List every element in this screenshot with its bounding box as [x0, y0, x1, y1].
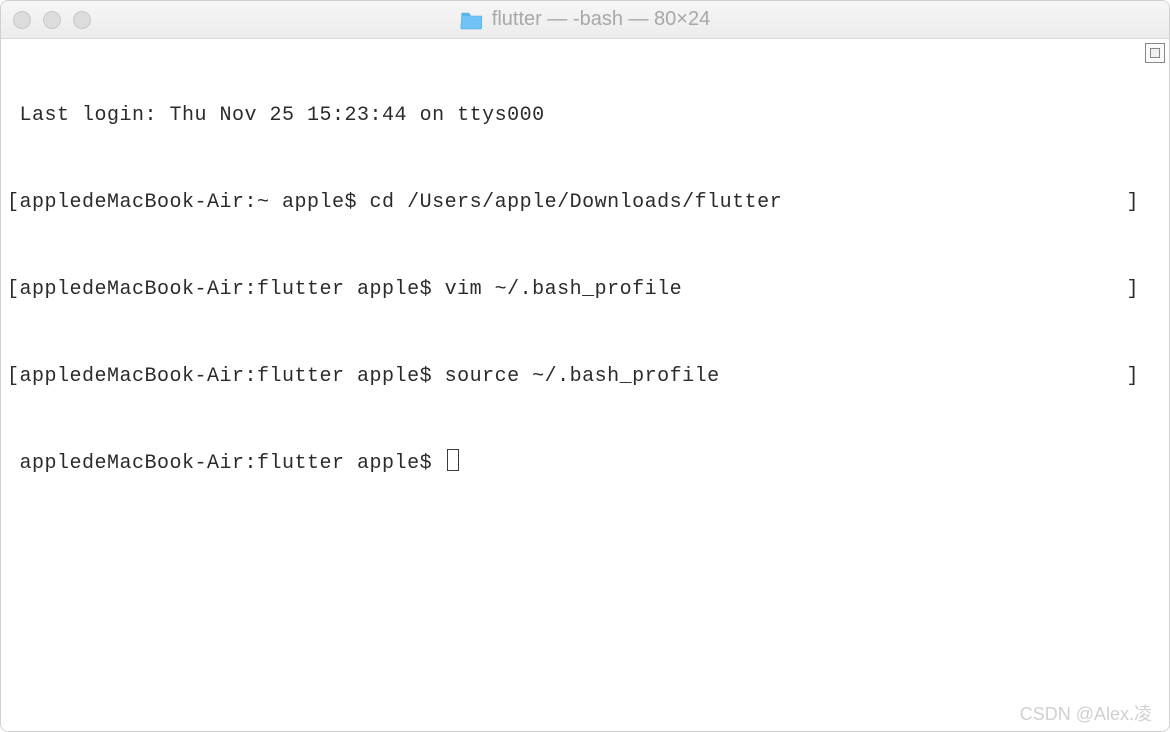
- terminal-line: [appledeMacBook-Air:flutter apple$ vim ~…: [7, 275, 1163, 304]
- traffic-lights: [13, 11, 91, 29]
- terminal-text: [appledeMacBook-Air:flutter apple$ vim ~…: [7, 275, 682, 304]
- terminal-window: flutter — -bash — 80×24 Last login: Thu …: [0, 0, 1170, 732]
- line-right-bracket: ]: [1126, 188, 1139, 217]
- line-right-bracket: ]: [1126, 275, 1139, 304]
- minimize-button[interactable]: [43, 11, 61, 29]
- scroll-indicator-icon[interactable]: [1145, 43, 1165, 63]
- terminal-text: [appledeMacBook-Air:~ apple$ cd /Users/a…: [7, 188, 782, 217]
- terminal-text: Last login: Thu Nov 25 15:23:44 on ttys0…: [7, 101, 545, 130]
- window-title: flutter — -bash — 80×24: [492, 8, 710, 31]
- terminal-line: [appledeMacBook-Air:flutter apple$ sourc…: [7, 362, 1163, 391]
- window-titlebar[interactable]: flutter — -bash — 80×24: [1, 1, 1169, 39]
- terminal-body[interactable]: Last login: Thu Nov 25 15:23:44 on ttys0…: [1, 39, 1169, 731]
- window-title-area: flutter — -bash — 80×24: [460, 8, 710, 31]
- terminal-content[interactable]: Last login: Thu Nov 25 15:23:44 on ttys0…: [1, 39, 1169, 540]
- terminal-prompt: appledeMacBook-Air:flutter apple$: [7, 449, 445, 478]
- maximize-button[interactable]: [73, 11, 91, 29]
- terminal-line: Last login: Thu Nov 25 15:23:44 on ttys0…: [7, 101, 1163, 130]
- folder-icon: [460, 10, 484, 30]
- terminal-line: [appledeMacBook-Air:~ apple$ cd /Users/a…: [7, 188, 1163, 217]
- cursor-icon: [447, 449, 459, 471]
- terminal-prompt-line[interactable]: appledeMacBook-Air:flutter apple$: [7, 449, 1163, 478]
- line-right-bracket: ]: [1126, 362, 1139, 391]
- terminal-text: [appledeMacBook-Air:flutter apple$ sourc…: [7, 362, 720, 391]
- close-button[interactable]: [13, 11, 31, 29]
